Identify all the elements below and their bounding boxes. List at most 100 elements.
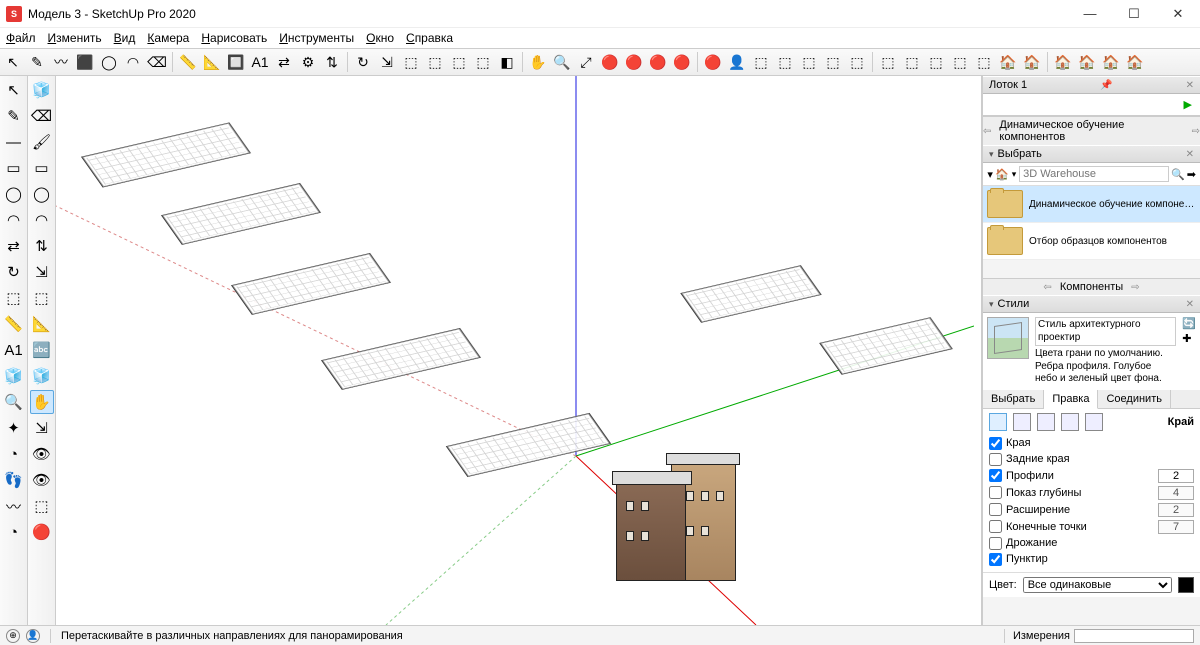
face-settings-icon[interactable] [1013, 413, 1031, 431]
toolbar-button[interactable]: ✋ [527, 51, 549, 73]
toolbar-button[interactable]: ⬚ [901, 51, 923, 73]
tool-button[interactable]: ✋ [30, 390, 54, 414]
maximize-button[interactable]: ☐ [1112, 0, 1156, 28]
toolbar-button[interactable]: 🏠 [1100, 51, 1122, 73]
toolbar-button[interactable]: ⚙ [297, 51, 319, 73]
toolbar-button[interactable]: ⬚ [774, 51, 796, 73]
toolbar-button[interactable]: ⬚ [846, 51, 868, 73]
tool-button[interactable]: ⇄ [2, 234, 26, 258]
tool-button[interactable]: ▭ [30, 156, 54, 180]
tool-button[interactable]: ⬚ [30, 286, 54, 310]
check-edges[interactable]: Края [989, 437, 1194, 450]
prev-icon[interactable]: ⇦ [983, 126, 991, 137]
tool-button[interactable]: 🧊 [2, 364, 26, 388]
toolbar-button[interactable]: ⬚ [822, 51, 844, 73]
tool-button[interactable]: 🖌 [30, 130, 54, 154]
tool-button[interactable]: ⇲ [30, 416, 54, 440]
toolbar-button[interactable]: ⇲ [376, 51, 398, 73]
dropdown-icon[interactable]: ▾ [987, 166, 993, 182]
check-profiles[interactable]: Профили [989, 469, 1194, 483]
toolbar-button[interactable]: ⬚ [973, 51, 995, 73]
menu-help[interactable]: Справка [406, 31, 453, 45]
check-back-edges[interactable]: Задние края [989, 453, 1194, 466]
dropdown-icon[interactable]: ▾ [1011, 166, 1017, 182]
toolbar-button[interactable]: 📏 [177, 51, 199, 73]
search-icon[interactable]: 🔍 [1171, 166, 1185, 182]
refresh-icon[interactable]: 🔄 [1182, 317, 1196, 330]
toolbar-button[interactable]: 🏠 [1076, 51, 1098, 73]
tool-button[interactable]: 👁 [30, 442, 54, 466]
search-input[interactable] [1019, 166, 1169, 182]
pin-icon[interactable]: 📌 [1100, 80, 1112, 91]
toolbar-button[interactable]: 🔴 [647, 51, 669, 73]
toolbar-button[interactable]: ◧ [496, 51, 518, 73]
toolbar-button[interactable]: ↻ [352, 51, 374, 73]
menu-camera[interactable]: Камера [147, 31, 189, 45]
toolbar-button[interactable]: ⬚ [798, 51, 820, 73]
tool-button[interactable]: 👣 [2, 468, 26, 492]
tool-button[interactable]: 🧊 [30, 364, 54, 388]
prev-icon[interactable]: ⇦ [1043, 282, 1051, 293]
tool-button[interactable]: ⇅ [30, 234, 54, 258]
tool-button[interactable]: ✎ [2, 104, 26, 128]
tool-button[interactable]: 📏 [2, 312, 26, 336]
toolbar-button[interactable]: 🏠 [997, 51, 1019, 73]
toolbar-button[interactable]: ⬚ [424, 51, 446, 73]
close-icon[interactable]: ✕ [1186, 80, 1194, 91]
toolbar-button[interactable]: 🔲 [225, 51, 247, 73]
tool-button[interactable]: ↻ [2, 260, 26, 284]
close-icon[interactable]: ✕ [1186, 149, 1194, 160]
toolbar-button[interactable]: 🏠 [1021, 51, 1043, 73]
menu-file[interactable]: Файл [6, 31, 36, 45]
tool-button[interactable]: 🧊 [30, 78, 54, 102]
component-item[interactable]: Отбор образцов компонентов [983, 223, 1200, 260]
modeling-settings-icon[interactable] [1085, 413, 1103, 431]
tool-button[interactable]: ▭ [2, 156, 26, 180]
toolbar-button[interactable]: ⌫ [146, 51, 168, 73]
styles-section-header[interactable]: ▾ Стили ✕ [983, 295, 1200, 313]
next-icon[interactable]: ⇨ [1131, 282, 1139, 293]
toolbar-button[interactable]: ⇅ [321, 51, 343, 73]
tool-button[interactable]: ↖ [2, 78, 26, 102]
tool-button[interactable]: ◔ [2, 442, 26, 466]
tool-button[interactable]: 🔴 [30, 520, 54, 544]
toolbar-button[interactable]: ⬚ [925, 51, 947, 73]
tool-button[interactable]: ◠ [2, 208, 26, 232]
color-swatch[interactable] [1178, 577, 1194, 593]
menu-window[interactable]: Окно [366, 31, 394, 45]
toolbar-button[interactable]: 🔴 [671, 51, 693, 73]
toolbar-button[interactable]: ⇄ [273, 51, 295, 73]
tab-select[interactable]: Выбрать [983, 390, 1044, 408]
check-depth-cue[interactable]: Показ глубины [989, 486, 1194, 500]
toolbar-button[interactable]: 👤 [726, 51, 748, 73]
toolbar-button[interactable]: ⬚ [750, 51, 772, 73]
toolbar-button[interactable]: ⬚ [877, 51, 899, 73]
tool-button[interactable]: — [2, 130, 26, 154]
tool-button[interactable]: 〰 [2, 494, 26, 518]
toolbar-button[interactable]: ⬛ [74, 51, 96, 73]
toolbar-button[interactable]: ◯ [98, 51, 120, 73]
geo-icon[interactable]: ⊕ [6, 629, 20, 643]
toolbar-button[interactable]: 🔴 [599, 51, 621, 73]
tab-mix[interactable]: Соединить [1098, 390, 1171, 408]
toolbar-button[interactable]: ✎ [26, 51, 48, 73]
toolbar-button[interactable]: A1 [249, 51, 271, 73]
close-button[interactable]: ✕ [1156, 0, 1200, 28]
component-item[interactable]: Динамическое обучение компоне… [983, 186, 1200, 223]
tab-edit[interactable]: Правка [1044, 390, 1098, 409]
tool-button[interactable]: ◔ [2, 520, 26, 544]
user-icon[interactable]: 👤 [26, 629, 40, 643]
check-dashes[interactable]: Пунктир [989, 553, 1194, 566]
background-settings-icon[interactable] [1037, 413, 1055, 431]
toolbar-button[interactable]: ⬚ [472, 51, 494, 73]
tool-button[interactable]: ⇲ [30, 260, 54, 284]
tool-button[interactable]: ✦ [2, 416, 26, 440]
style-thumbnail[interactable] [987, 317, 1029, 359]
menu-edit[interactable]: Изменить [48, 31, 102, 45]
check-endpoints[interactable]: Конечные точки [989, 520, 1194, 534]
watermark-settings-icon[interactable] [1061, 413, 1079, 431]
new-icon[interactable]: ✚ [1182, 332, 1196, 345]
toolbar-button[interactable]: ◠ [122, 51, 144, 73]
tool-button[interactable]: ⬚ [30, 494, 54, 518]
toolbar-button[interactable]: ⬚ [400, 51, 422, 73]
